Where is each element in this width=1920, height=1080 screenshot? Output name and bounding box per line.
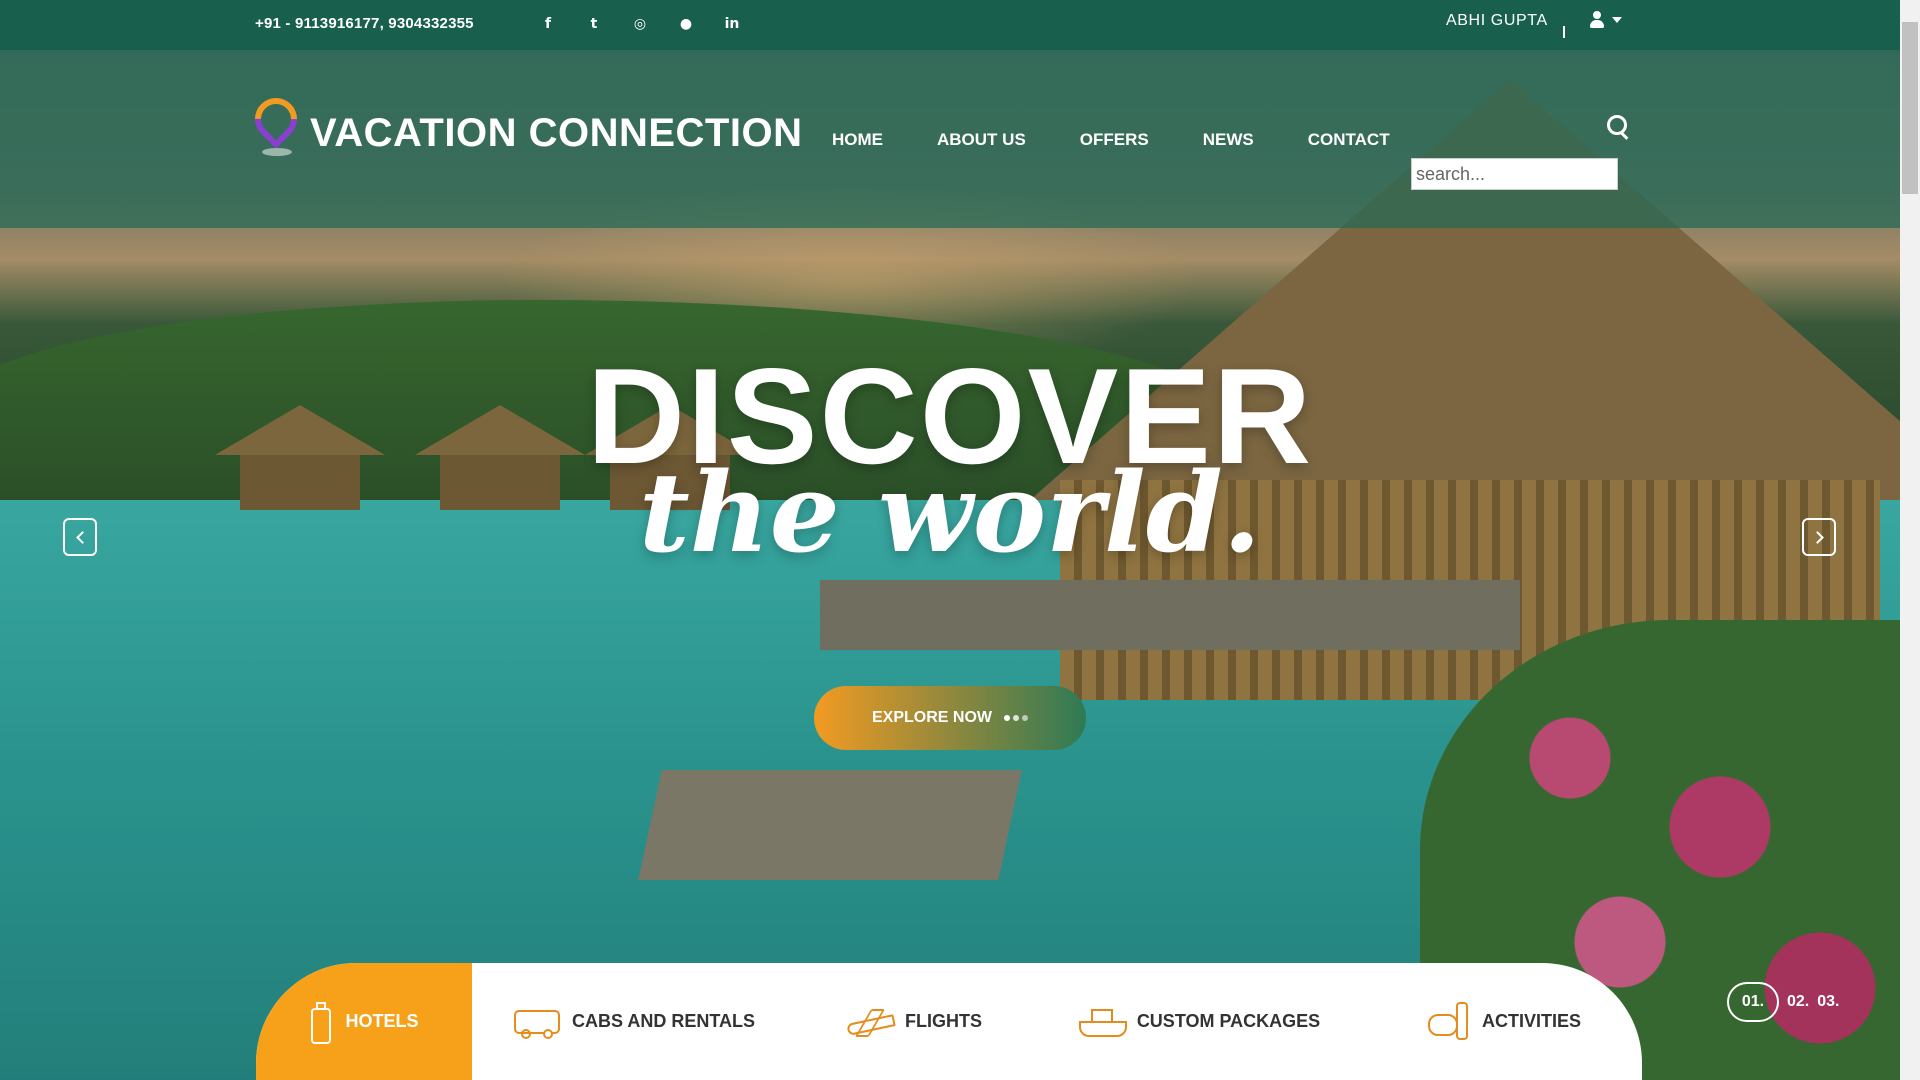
tab-label: CABS AND RENTALS bbox=[572, 1011, 755, 1031]
search-icon[interactable] bbox=[1606, 114, 1630, 138]
page-scrollbar[interactable] bbox=[1900, 0, 1920, 1080]
explore-now-button[interactable]: EXPLORE NOW bbox=[814, 686, 1086, 750]
suitcase-icon bbox=[309, 1000, 332, 1044]
tab-flights[interactable]: FLIGHTS bbox=[797, 963, 1032, 1080]
nav-about-us[interactable]: ABOUT US bbox=[910, 130, 1053, 150]
tab-label: CUSTOM PACKAGES bbox=[1136, 1011, 1321, 1031]
tab-custom-packages[interactable]: CUSTOM PACKAGES bbox=[1032, 963, 1367, 1080]
user-name[interactable]: ABHI GUPTA bbox=[1446, 12, 1548, 30]
scrollbar-thumb[interactable] bbox=[1902, 22, 1918, 194]
brand-name: VACATION CONNECTION bbox=[310, 110, 803, 155]
twitter-icon[interactable]: t bbox=[571, 13, 617, 35]
snorkel-icon bbox=[1427, 1001, 1468, 1042]
nav-news[interactable]: NEWS bbox=[1176, 130, 1281, 150]
main-nav: HOME ABOUT US OFFERS NEWS CONTACT bbox=[832, 130, 1417, 150]
booking-tabs: HOTELS CABS AND RENTALS FLIGHTS CUSTOM P… bbox=[256, 963, 1642, 1080]
chevron-right-icon bbox=[1810, 530, 1824, 544]
facebook-icon[interactable]: f bbox=[525, 13, 571, 35]
user-icon bbox=[1588, 10, 1606, 30]
top-bar: +91 - 9113916177, 9304332355 f t ◎ ● in … bbox=[0, 0, 1900, 50]
social-links: f t ◎ ● in bbox=[525, 13, 755, 35]
bus-icon bbox=[514, 1007, 560, 1039]
dots-icon bbox=[1004, 715, 1028, 721]
tab-label: ACTIVITIES bbox=[1481, 1011, 1581, 1031]
divider bbox=[1563, 26, 1565, 38]
map-pin-icon bbox=[246, 89, 306, 158]
instagram-icon[interactable]: ◎ bbox=[617, 13, 663, 35]
linkedin-icon[interactable]: in bbox=[709, 13, 755, 35]
tab-label: HOTELS bbox=[345, 1011, 419, 1031]
brand-logo[interactable]: VACATION CONNECTION bbox=[246, 89, 803, 158]
slider-prev-button[interactable] bbox=[63, 518, 97, 556]
nav-contact[interactable]: CONTACT bbox=[1281, 130, 1417, 150]
explore-now-label: EXPLORE NOW bbox=[871, 709, 992, 726]
account-menu-button[interactable] bbox=[1588, 10, 1622, 30]
tab-cabs-and-rentals[interactable]: CABS AND RENTALS bbox=[472, 963, 797, 1080]
phone-numbers: +91 - 9113916177, 9304332355 bbox=[255, 15, 474, 32]
caret-down-icon bbox=[1612, 17, 1622, 23]
nav-offers[interactable]: OFFERS bbox=[1053, 130, 1176, 150]
plane-icon bbox=[847, 1007, 891, 1037]
slider-next-button[interactable] bbox=[1802, 518, 1836, 556]
slide-page-3[interactable]: 03. bbox=[1817, 993, 1839, 1011]
slider-pager: 01. 02. 03. bbox=[1727, 982, 1840, 1022]
slide-page-2[interactable]: 02. bbox=[1787, 993, 1809, 1011]
hero-subtitle: the world. bbox=[638, 448, 1262, 577]
nav-home[interactable]: HOME bbox=[832, 130, 910, 150]
ship-icon bbox=[1078, 1007, 1127, 1037]
tripadvisor-icon[interactable]: ● bbox=[663, 13, 709, 35]
search-input[interactable] bbox=[1411, 158, 1618, 190]
slide-page-1[interactable]: 01. bbox=[1727, 982, 1779, 1022]
tab-label: FLIGHTS bbox=[905, 1011, 982, 1031]
chevron-left-icon bbox=[75, 530, 89, 544]
